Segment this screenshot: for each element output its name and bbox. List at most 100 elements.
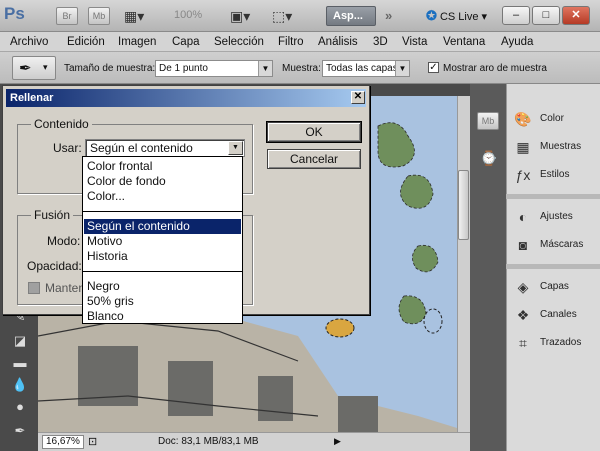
history-panel-icon[interactable]: ⌚ [480, 150, 497, 167]
cs-live-button[interactable]: ✪ CS Live ▾ [426, 8, 487, 24]
panel-label: Capas [540, 281, 569, 292]
dropdown-option-pattern[interactable]: Motivo [84, 234, 241, 249]
status-menu-arrow-icon[interactable]: ▶ [334, 436, 341, 447]
cancel-button[interactable]: Cancelar [267, 149, 361, 169]
mini-bridge-icon[interactable]: Mb [88, 7, 110, 25]
menu-capa[interactable]: Capa [172, 36, 200, 48]
chevron-down-icon: ▾ [43, 62, 48, 72]
use-select[interactable]: Según el contenido ▼ [85, 139, 245, 157]
sample-select[interactable]: Todas las capas ▼ [322, 60, 410, 77]
menu-ayuda[interactable]: Ayuda [501, 36, 533, 48]
workspace-button[interactable]: Asp... [326, 6, 376, 26]
chevron-down-icon: ▼ [395, 61, 409, 76]
collapsed-panels-strip: Mb ⌚ [470, 84, 506, 451]
close-window-button[interactable]: ✕ [562, 6, 590, 25]
doc-info[interactable]: Doc: 83,1 MB/83,1 MB [158, 436, 259, 447]
dropdown-separator [83, 211, 242, 212]
menu-filtro[interactable]: Filtro [278, 36, 304, 48]
sample-size-value: De 1 punto [159, 63, 208, 74]
menu-ventana[interactable]: Ventana [443, 36, 485, 48]
dropdown-option-content-aware[interactable]: Según el contenido [84, 219, 241, 234]
minimize-button[interactable]: – [502, 6, 530, 25]
chevron-down-icon: ▼ [228, 141, 243, 155]
vertical-scrollbar[interactable] [457, 96, 470, 432]
dropdown-option-foreground-color[interactable]: Color frontal [84, 159, 241, 174]
cs-live-icon: ✪ [426, 8, 437, 23]
panel-masks[interactable]: ◙ Máscaras [506, 232, 600, 258]
sample-size-label: Tamaño de muestra: [64, 63, 156, 74]
adjustments-icon: ◐ [518, 209, 528, 225]
status-bar: 16,67% ⊡ Doc: 83,1 MB/83,1 MB ▶ [38, 432, 470, 451]
sample-size-select[interactable]: De 1 punto ▼ [155, 60, 273, 77]
dropdown-option-history[interactable]: Historia [84, 249, 241, 264]
show-ring-checkbox[interactable]: ✓ [428, 62, 439, 73]
menu-archivo[interactable]: Archivo [10, 36, 48, 48]
preserve-transparency-checkbox[interactable] [28, 282, 40, 294]
bridge-icon[interactable]: Br [56, 7, 78, 25]
more-workspaces-icon[interactable]: » [385, 8, 392, 23]
show-ring-label: Mostrar aro de muestra [443, 63, 547, 74]
use-label: Usar: [53, 141, 82, 155]
panel-divider [506, 194, 600, 199]
masks-icon: ◙ [518, 237, 528, 253]
dropdown-option-background-color[interactable]: Color de fondo [84, 174, 241, 189]
panel-divider [506, 264, 600, 269]
pen-tool-icon[interactable]: ✒ [7, 420, 33, 442]
dialog-title: Rellenar [6, 89, 366, 107]
panel-label: Canales [540, 309, 577, 320]
use-select-value: Según el contenido [90, 141, 193, 155]
chevron-down-icon: ▼ [258, 61, 272, 76]
panel-adjustments[interactable]: ◐ Ajustes [506, 204, 600, 230]
sample-value: Todas las capas [326, 63, 398, 74]
close-icon[interactable]: ✕ [351, 91, 365, 104]
menu-3d[interactable]: 3D [373, 36, 388, 48]
dropdown-option-black[interactable]: Negro [84, 279, 241, 294]
menu-edicion[interactable]: Edición [67, 36, 105, 48]
scrollbar-thumb[interactable] [458, 170, 469, 240]
panel-color[interactable]: 🎨 Color [506, 106, 600, 132]
blur-tool-icon[interactable]: 💧 [7, 374, 33, 396]
panel-styles[interactable]: ƒx Estilos [506, 162, 600, 188]
menu-bar: Archivo Edición Imagen Capa Selección Fi… [0, 32, 600, 52]
dropdown-option-color[interactable]: Color... [84, 189, 241, 204]
dodge-tool-icon[interactable]: ● [7, 396, 33, 418]
swatches-icon: ▦ [516, 139, 530, 155]
menu-vista[interactable]: Vista [402, 36, 427, 48]
panel-layers[interactable]: ◈ Capas [506, 274, 600, 300]
zoom-level[interactable]: 100% [174, 9, 202, 21]
gradient-tool-icon[interactable]: ▬ [7, 352, 33, 374]
panel-label: Color [540, 113, 564, 124]
paths-icon: ⌗ [519, 335, 527, 351]
panel-label: Estilos [540, 169, 570, 180]
panel-label: Muestras [540, 141, 582, 152]
options-bar: ✒ ▾ Tamaño de muestra: De 1 punto ▼ Mues… [0, 52, 600, 84]
sample-label: Muestra: [282, 63, 321, 74]
styles-icon: ƒx [515, 167, 531, 183]
preserve-transparency-label: Manten [45, 281, 86, 295]
zoom-field[interactable]: 16,67% [42, 435, 84, 449]
view-extras-icon[interactable]: ▦▾ [124, 6, 152, 26]
menu-analisis[interactable]: Análisis [318, 36, 358, 48]
photoshop-logo: Ps [4, 4, 25, 23]
maximize-button[interactable]: □ [532, 6, 560, 25]
panel-channels[interactable]: ❖ Canales [506, 302, 600, 328]
panel-swatches[interactable]: ▦ Muestras [506, 134, 600, 160]
menu-seleccion[interactable]: Selección [214, 36, 264, 48]
tool-preset-picker[interactable]: ✒ ▾ [12, 56, 56, 80]
screen-mode-icon[interactable]: ⬚▾ [272, 6, 300, 26]
content-group-title: Contenido [31, 117, 92, 131]
ok-button[interactable]: OK [266, 121, 362, 143]
panel-paths[interactable]: ⌗ Trazados [506, 330, 600, 356]
zoom-preview-icon[interactable]: ⊡ [88, 435, 97, 448]
panel-label: Máscaras [540, 239, 584, 250]
dropdown-option-white[interactable]: Blanco [84, 309, 241, 324]
application-bar: Ps Br Mb ▦▾ 100% ▣▾ ⬚▾ Asp... » ✪ CS Liv… [0, 0, 600, 32]
mode-label: Modo: [47, 234, 81, 248]
dropdown-option-gray[interactable]: 50% gris [84, 294, 241, 309]
arrange-documents-icon[interactable]: ▣▾ [230, 6, 258, 26]
blend-group-title: Fusión [31, 208, 74, 222]
panel-label: Ajustes [540, 211, 573, 222]
eraser-tool-icon[interactable]: ◪ [7, 330, 33, 352]
mini-bridge-panel-icon[interactable]: Mb [477, 112, 499, 130]
menu-imagen[interactable]: Imagen [118, 36, 156, 48]
